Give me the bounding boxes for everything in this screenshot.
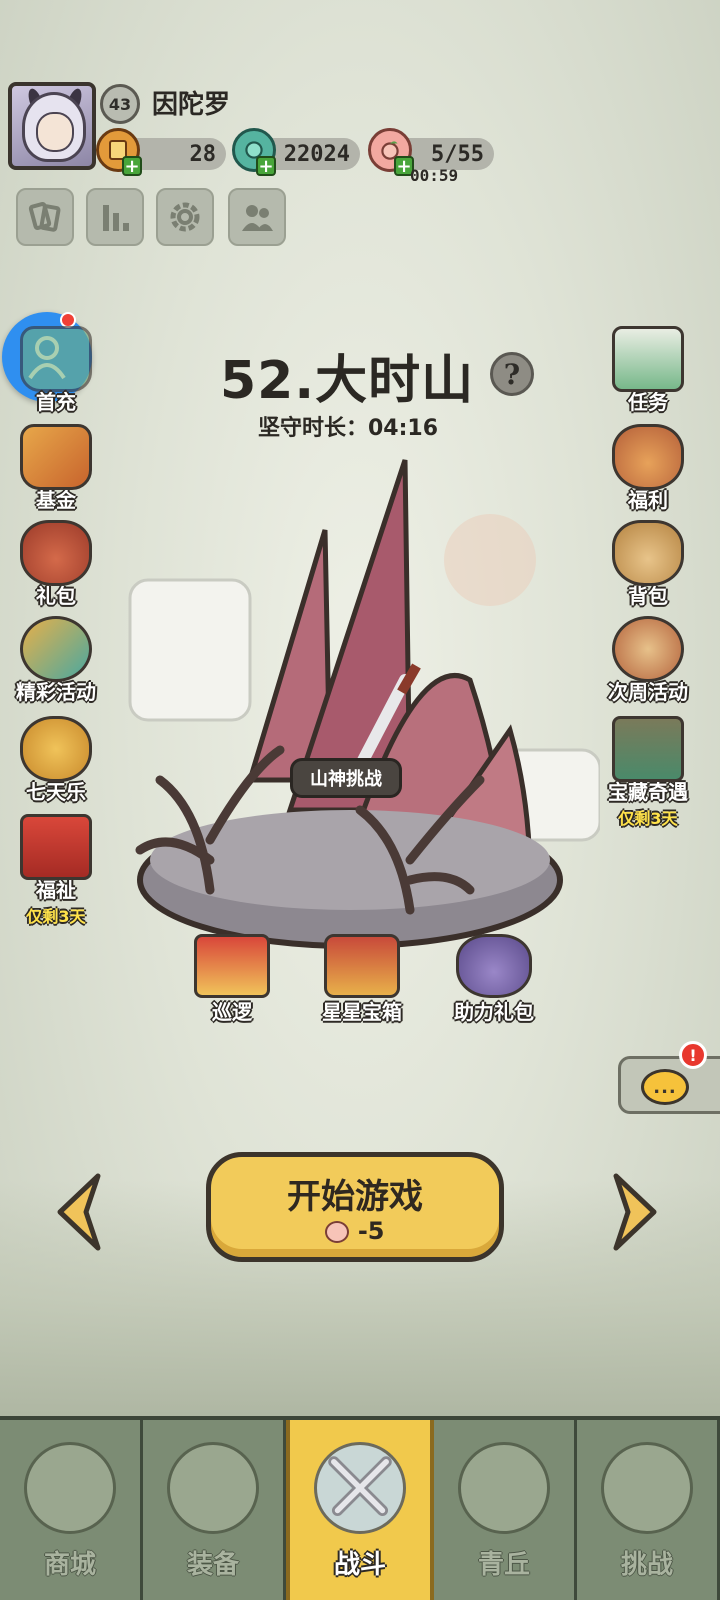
helmet-icon [167, 1442, 259, 1534]
blessing-remaining: 仅剩3天 [26, 907, 86, 926]
chest-icon [324, 934, 400, 998]
shop-icon [24, 1442, 116, 1534]
treasure-chest-icon [612, 716, 684, 782]
fund-icon [20, 424, 92, 490]
backpack-icon [612, 520, 684, 586]
add-ticket-button[interactable]: + [122, 156, 142, 177]
tab-challenge[interactable]: 挑战 [577, 1420, 720, 1600]
gift-pack-icon [20, 520, 92, 586]
tasks-button[interactable]: 任务 [598, 326, 698, 415]
ranking-button[interactable] [86, 188, 144, 246]
settings-button[interactable] [156, 188, 214, 246]
tab-battle-label: 战斗 [333, 1550, 386, 1580]
tab-shop-label: 商城 [43, 1550, 96, 1580]
mountain-stage-art[interactable] [120, 450, 600, 1010]
cards-icon [28, 202, 61, 232]
stage-title: 52.大时山 [220, 351, 475, 411]
weekly-event-icon [612, 616, 684, 682]
crossed-swords-icon [314, 1442, 406, 1534]
friends-button[interactable] [228, 188, 286, 246]
player-avatar[interactable] [8, 82, 96, 170]
tab-equipment[interactable]: 装备 [143, 1420, 286, 1600]
hold-time: 坚守时长：04:16 [258, 416, 439, 441]
tab-challenge-label: 挑战 [620, 1550, 673, 1580]
avatar-face [36, 112, 74, 152]
help-button[interactable]: ? [490, 352, 534, 396]
patrol-button[interactable]: 巡逻 [162, 934, 302, 1025]
blessing-button[interactable]: 福祉 仅剩3天 [6, 814, 106, 927]
player-level-badge: 43 [100, 84, 140, 124]
tab-qingqiu[interactable]: 青丘 [434, 1420, 577, 1600]
sun [444, 514, 536, 606]
gear-icon [170, 202, 200, 232]
tab-battle[interactable]: 战斗 [286, 1420, 434, 1600]
gift-box-icon [20, 814, 92, 880]
star-chest-label: 星星宝箱 [322, 1000, 402, 1024]
chat-bubble-icon: ... [641, 1069, 689, 1105]
bar-chart-icon [103, 205, 129, 231]
mountain-god-challenge-button[interactable]: 山神挑战 [290, 758, 402, 798]
patrol-label: 巡逻 [212, 1000, 252, 1024]
stamina-timer: 00:59 [410, 166, 459, 185]
assist-pack-button[interactable]: 助力礼包 [424, 934, 564, 1025]
events-button[interactable]: 精彩活动 [6, 616, 106, 705]
seven-days-button[interactable]: 七天乐 [6, 716, 106, 805]
start-game-label: 开始游戏 [287, 1177, 423, 1217]
vortex-icon [601, 1442, 693, 1534]
player-name: 因陀罗 [152, 90, 231, 120]
backpack-button[interactable]: 背包 [598, 520, 698, 609]
next-stage-arrow[interactable] [606, 1170, 662, 1254]
treasure-button[interactable]: 宝藏奇遇 仅剩3天 [598, 716, 698, 829]
start-game-button[interactable]: 开始游戏 -5 [206, 1152, 504, 1262]
gift-pack-button[interactable]: 礼包 [6, 520, 106, 609]
friends-icon [242, 205, 273, 231]
scroll-icon [612, 326, 684, 392]
start-cost: -5 [211, 1217, 499, 1245]
tab-equipment-label: 装备 [186, 1550, 239, 1580]
bottom-navigation: 商城 装备 战斗 青丘 挑战 [0, 1416, 720, 1600]
peach-icon [325, 1221, 350, 1243]
tab-qingqiu-label: 青丘 [477, 1550, 530, 1580]
chat-button[interactable]: ... ! [618, 1041, 720, 1114]
first-charge-icon [20, 326, 92, 392]
star-chest-button[interactable]: 星星宝箱 [292, 934, 432, 1025]
mountain-icon [458, 1442, 550, 1534]
flag-icon [194, 934, 270, 998]
weekly-event-button[interactable]: 次周活动 [598, 616, 698, 705]
cloud [128, 578, 252, 722]
start-cost-value: -5 [357, 1217, 385, 1245]
events-icon [20, 616, 92, 682]
pouch-icon [456, 934, 532, 998]
welfare-button[interactable]: 福利 [598, 424, 698, 513]
cards-button[interactable] [16, 188, 74, 246]
first-charge-button[interactable]: 首充 [6, 326, 106, 415]
treasure-remaining: 仅剩3天 [618, 809, 678, 828]
prev-stage-arrow[interactable] [52, 1170, 108, 1254]
assist-pack-label: 助力礼包 [454, 1000, 534, 1024]
add-jade-button[interactable]: + [256, 156, 276, 177]
welfare-bag-icon [612, 424, 684, 490]
fund-button[interactable]: 基金 [6, 424, 106, 513]
tab-shop[interactable]: 商城 [0, 1420, 143, 1600]
lantern-icon [20, 716, 92, 782]
chat-alert-badge: ! [679, 1041, 707, 1069]
